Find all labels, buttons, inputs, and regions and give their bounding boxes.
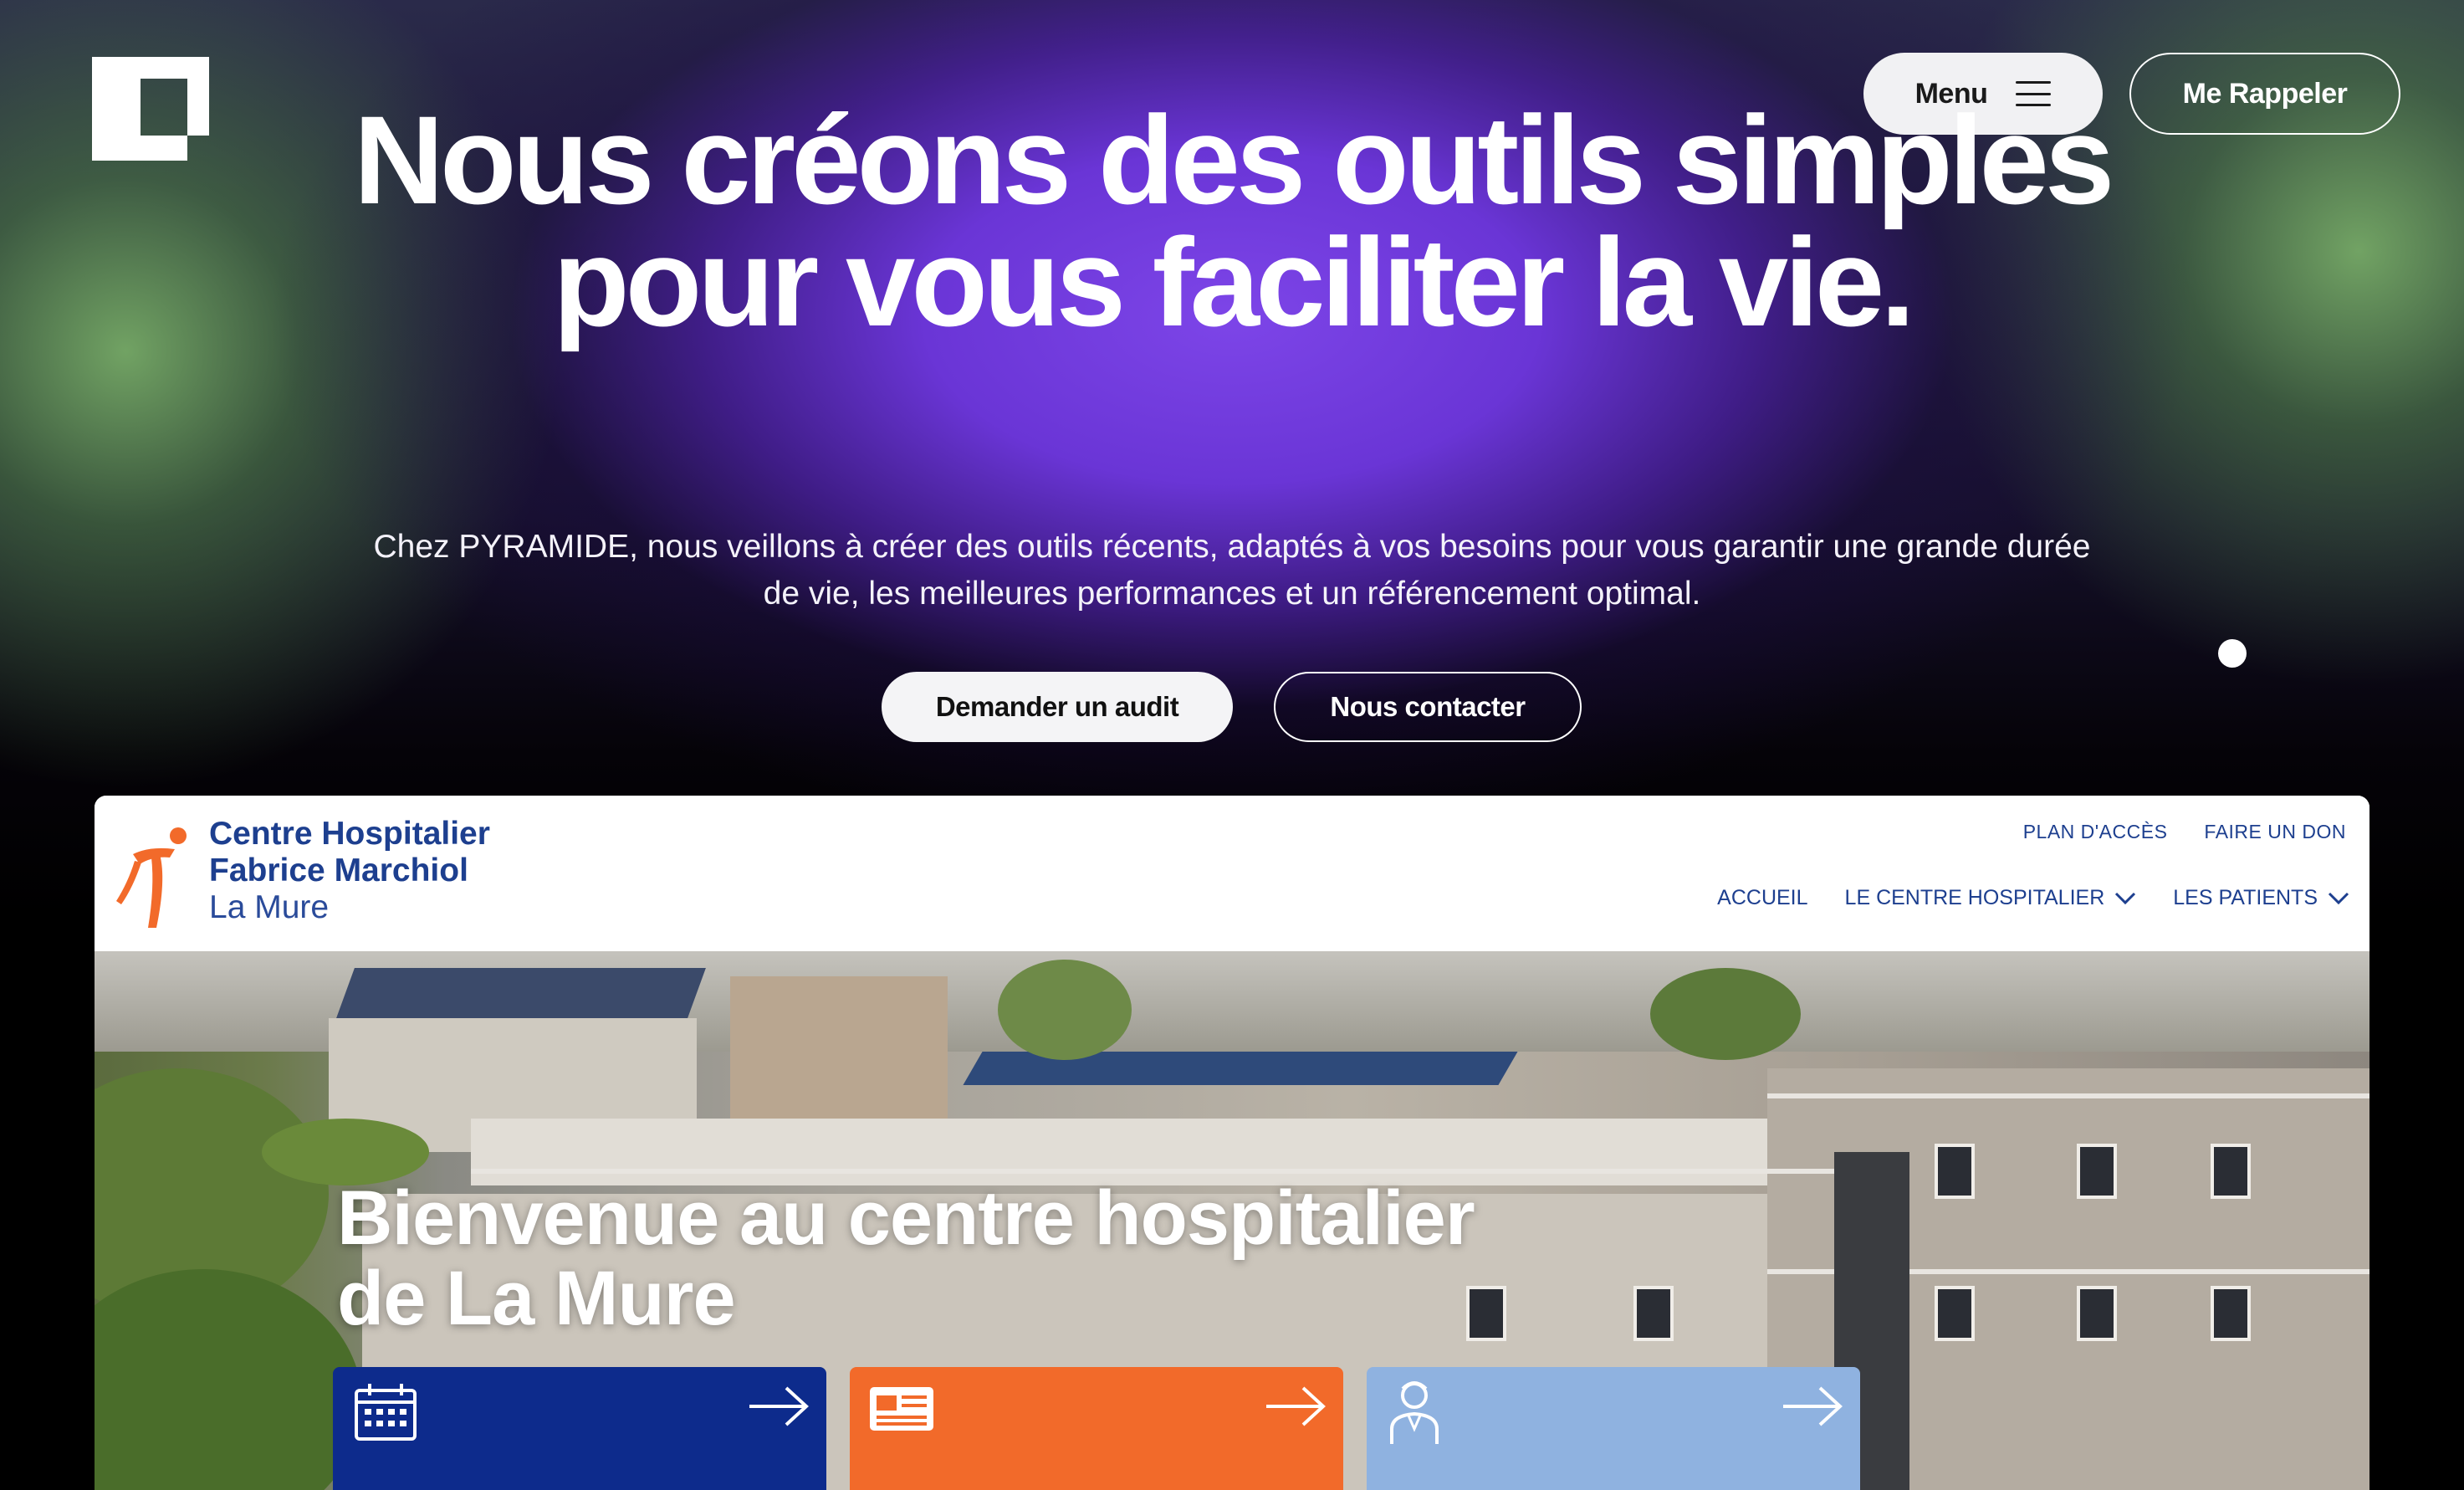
link-access-map[interactable]: PLAN D'ACCÈS — [2023, 821, 2168, 843]
nav-hospital-label: LE CENTRE HOSPITALIER — [1844, 886, 2105, 909]
project-preview[interactable]: Centre Hospitalier Fabrice Marchiol La M… — [95, 796, 2369, 1490]
doctor-icon — [1390, 1381, 1439, 1444]
hero-subtitle: Chez PYRAMIDE, nous veillons à créer des… — [373, 529, 2091, 612]
preview-header: Centre Hospitalier Fabrice Marchiol La M… — [95, 796, 2369, 951]
link-donate[interactable]: FAIRE UN DON — [2204, 821, 2346, 843]
logo-line-3: La Mure — [209, 889, 330, 925]
arrow-right-icon — [1783, 1386, 1843, 1426]
nav-patients[interactable]: LES PATIENTS — [2173, 886, 2349, 910]
contact-button[interactable]: Nous contacter — [1274, 672, 1582, 742]
logo-line-2: Fabrice Marchiol — [209, 853, 468, 888]
slider-dot[interactable] — [2218, 639, 2247, 668]
chevron-down-icon — [2328, 892, 2349, 904]
arrow-right-icon — [749, 1386, 809, 1426]
pyramide-logo-icon[interactable] — [92, 57, 209, 161]
request-audit-button[interactable]: Demander un audit — [882, 672, 1233, 742]
news-card[interactable] — [850, 1367, 1343, 1490]
arrow-right-icon — [1266, 1386, 1326, 1426]
appointment-card[interactable] — [333, 1367, 826, 1490]
preview-nav: ACCUEIL LE CENTRE HOSPITALIER LES PATIEN… — [1717, 886, 2349, 910]
jobs-card[interactable] — [1367, 1367, 1860, 1490]
preview-headline: Bienvenue au centre hospitalier de La Mu… — [337, 1175, 1475, 1341]
newspaper-icon — [870, 1387, 933, 1431]
chevron-down-icon — [2115, 892, 2136, 904]
hero-title: Nous créons des outils simples pour vous… — [353, 90, 2115, 352]
call-me-button[interactable]: Me Rappeler — [2129, 53, 2400, 135]
calendar-icon — [355, 1384, 417, 1441]
hospital-logo-icon — [116, 827, 187, 928]
logo-line-1: Centre Hospitalier — [209, 816, 490, 852]
nav-home[interactable]: ACCUEIL — [1717, 886, 1807, 910]
hospital-logo-text: Centre Hospitalier Fabrice Marchiol La M… — [209, 816, 490, 926]
nav-home-label: ACCUEIL — [1717, 886, 1808, 909]
preview-top-links: PLAN D'ACCÈS FAIRE UN DON — [2023, 821, 2346, 843]
nav-hospital[interactable]: LE CENTRE HOSPITALIER — [1845, 886, 2137, 910]
nav-patients-label: LES PATIENTS — [2173, 886, 2318, 909]
